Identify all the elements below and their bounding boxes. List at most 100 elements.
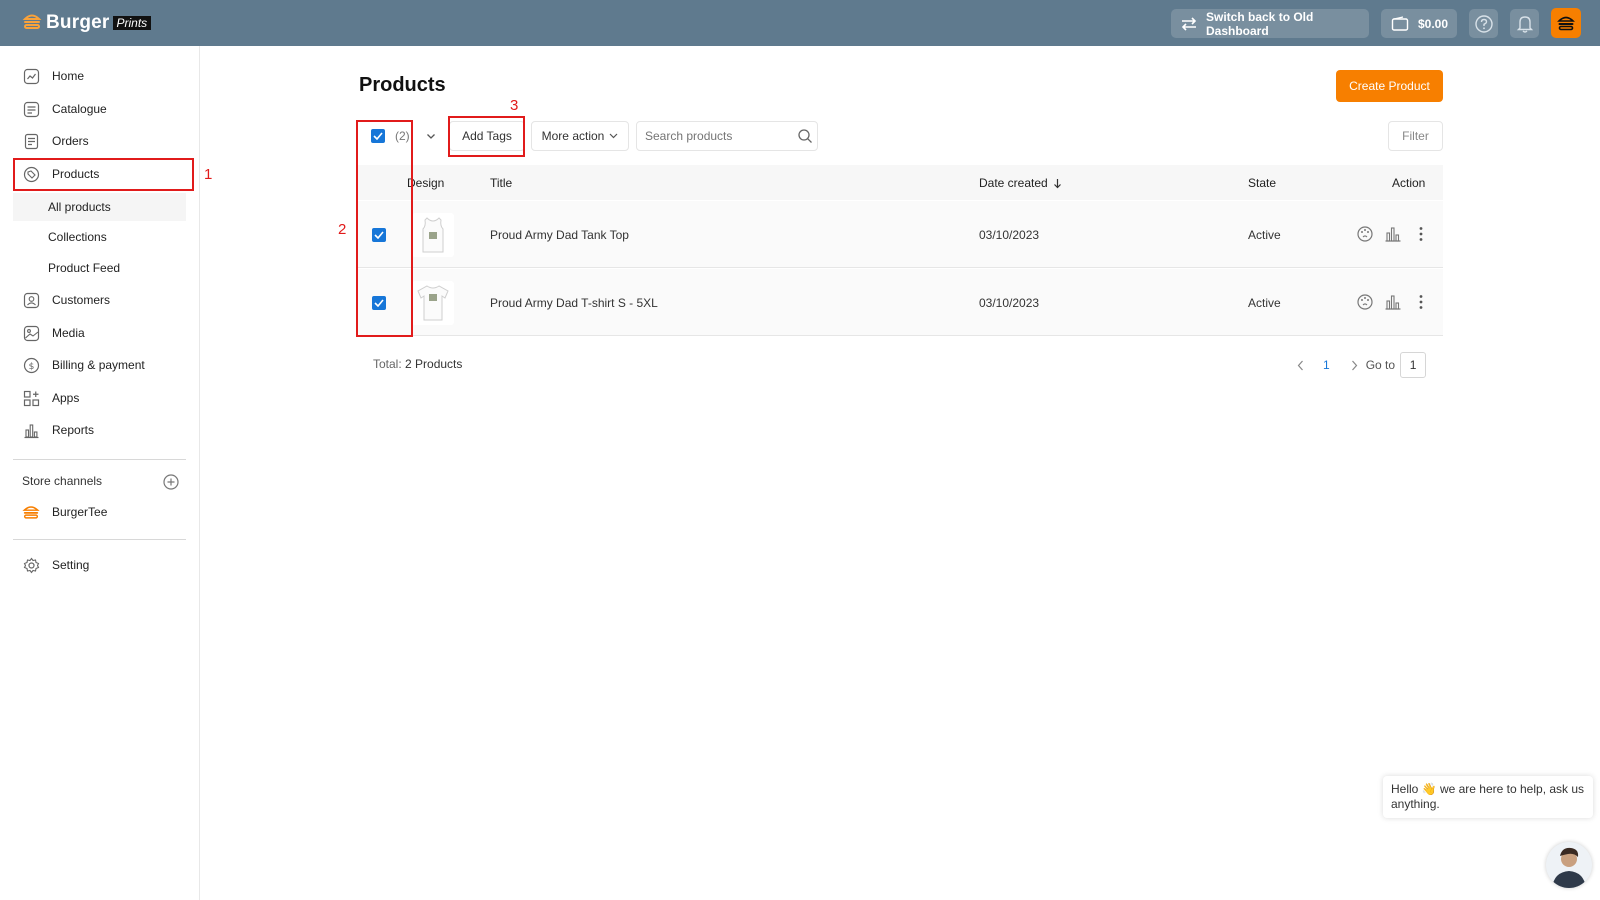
chat-agent-avatar[interactable] xyxy=(1546,842,1592,888)
top-bar: Burger Prints Switch back to Old Dashboa… xyxy=(0,0,1600,46)
palette-icon[interactable] xyxy=(1356,293,1374,311)
annotation-box-3 xyxy=(448,116,525,157)
balance-button[interactable]: $0.00 xyxy=(1381,9,1457,38)
sidebar-item-label: Reports xyxy=(52,423,95,437)
chevron-down-icon xyxy=(609,133,618,139)
column-date-created-label: Date created xyxy=(979,176,1048,190)
goto-label: Go to xyxy=(1365,358,1396,372)
brand-logo[interactable]: Burger Prints xyxy=(22,11,152,34)
sidebar-subitem-product-feed[interactable]: Product Feed xyxy=(13,254,186,282)
chat-greeting-bubble[interactable]: Hello 👋 we are here to help, ask us anyt… xyxy=(1383,776,1593,818)
question-circle-icon xyxy=(1474,14,1494,34)
sidebar-item-reports[interactable]: Reports xyxy=(13,416,193,444)
more-vertical-icon[interactable] xyxy=(1412,293,1430,311)
filter-label: Filter xyxy=(1402,129,1429,143)
channel-label: BurgerTee xyxy=(52,505,108,519)
search-input[interactable] xyxy=(645,129,795,143)
tshirt-icon xyxy=(416,284,450,322)
sidebar-subitem-label: Collections xyxy=(48,230,107,244)
customers-icon xyxy=(22,291,40,309)
product-thumbnail[interactable] xyxy=(412,281,454,325)
sidebar-item-label: Home xyxy=(52,69,85,83)
search-icon[interactable] xyxy=(797,128,813,144)
bar-chart-icon[interactable] xyxy=(1384,293,1402,311)
sidebar-item-label: Media xyxy=(52,326,85,340)
brand-name: Burger xyxy=(46,11,110,33)
media-icon xyxy=(22,324,40,342)
brand-sub: Prints xyxy=(112,15,152,30)
orders-icon xyxy=(22,132,40,150)
sidebar-item-orders[interactable]: Orders xyxy=(13,127,193,155)
sidebar-subitem-label: All products xyxy=(48,200,111,214)
apps-icon xyxy=(22,389,40,407)
select-dropdown-chevron-icon[interactable] xyxy=(426,133,436,140)
add-channel-button[interactable] xyxy=(163,474,179,490)
next-page-chevron-right-icon[interactable] xyxy=(1348,358,1362,372)
annotation-label-1: 1 xyxy=(204,166,213,183)
store-channels-heading: Store channels xyxy=(22,474,103,488)
bell-icon xyxy=(1516,14,1534,34)
notifications-button[interactable] xyxy=(1510,9,1539,38)
product-title[interactable]: Proud Army Dad T-shirt S - 5XL xyxy=(490,296,658,310)
account-menu-button[interactable] xyxy=(1551,8,1581,38)
create-product-button[interactable]: Create Product xyxy=(1336,70,1443,102)
column-date-created[interactable]: Date created xyxy=(979,176,1062,190)
sidebar-item-customers[interactable]: Customers xyxy=(13,286,193,314)
balance-value: $0.00 xyxy=(1418,16,1449,31)
sidebar-item-setting[interactable]: Setting xyxy=(13,551,193,579)
wallet-icon xyxy=(1391,15,1409,32)
filter-button[interactable]: Filter xyxy=(1388,121,1443,151)
sidebar-item-label: Orders xyxy=(52,134,89,148)
burger-logo-icon xyxy=(22,11,42,34)
switch-dashboard-button[interactable]: Switch back to Old Dashboard xyxy=(1171,9,1369,38)
product-state: Active xyxy=(1248,296,1281,310)
table-row[interactable]: Proud Army Dad Tank Top 03/10/2023 Activ… xyxy=(357,201,1443,268)
sidebar-subitem-collections[interactable]: Collections xyxy=(13,223,186,251)
channel-burgertee[interactable]: BurgerTee xyxy=(13,498,193,526)
sidebar-item-media[interactable]: Media xyxy=(13,319,193,347)
sidebar-item-home[interactable]: Home xyxy=(13,62,193,90)
sidebar-item-label: Customers xyxy=(52,293,111,307)
sidebar-subitem-all-products[interactable]: All products xyxy=(13,193,186,221)
burger-channel-icon xyxy=(22,503,40,521)
annotation-box-1 xyxy=(13,158,194,191)
table-header: Design Title Date created State Action xyxy=(357,165,1443,200)
page-title: Products xyxy=(359,74,446,96)
pagination: 1 Go to 1 xyxy=(1293,352,1427,378)
annotation-label-2: 2 xyxy=(338,221,347,238)
product-state: Active xyxy=(1248,228,1281,242)
sidebar-divider xyxy=(13,539,186,540)
dollar-icon: $ xyxy=(22,356,40,374)
sidebar-item-catalogue[interactable]: Catalogue xyxy=(13,95,193,123)
sidebar-item-label: Apps xyxy=(52,391,80,405)
more-action-label: More action xyxy=(541,129,605,143)
total-label: Total: xyxy=(373,357,402,371)
annotation-box-2 xyxy=(356,120,413,337)
tank-top-icon xyxy=(420,216,446,254)
total-value: 2 Products xyxy=(405,357,463,371)
sidebar-item-billing[interactable]: $ Billing & payment xyxy=(13,351,193,379)
product-date: 03/10/2023 xyxy=(979,296,1040,310)
product-title[interactable]: Proud Army Dad Tank Top xyxy=(490,228,629,242)
annotation-label-3: 3 xyxy=(510,97,519,114)
more-vertical-icon[interactable] xyxy=(1412,225,1430,243)
gear-icon xyxy=(22,556,40,574)
reports-icon xyxy=(22,421,40,439)
more-action-button[interactable]: More action xyxy=(531,121,629,151)
prev-page-chevron-left-icon[interactable] xyxy=(1293,358,1307,372)
sidebar-item-label: Setting xyxy=(52,558,90,572)
sidebar-subitem-label: Product Feed xyxy=(48,261,121,275)
table-row[interactable]: Proud Army Dad T-shirt S - 5XL 03/10/202… xyxy=(357,269,1443,336)
sidebar-item-label: Catalogue xyxy=(52,102,107,116)
page-number-current[interactable]: 1 xyxy=(1323,358,1330,372)
switch-dashboard-label: Switch back to Old Dashboard xyxy=(1206,9,1314,38)
sidebar-item-apps[interactable]: Apps xyxy=(13,384,193,412)
product-thumbnail[interactable] xyxy=(412,213,454,257)
goto-page-input[interactable]: 1 xyxy=(1400,352,1427,378)
home-chart-icon xyxy=(22,67,40,85)
plus-circle-icon xyxy=(163,474,179,490)
palette-icon[interactable] xyxy=(1356,225,1374,243)
bar-chart-icon[interactable] xyxy=(1384,225,1402,243)
burger-avatar-icon xyxy=(1557,14,1575,32)
help-button[interactable] xyxy=(1469,9,1498,38)
